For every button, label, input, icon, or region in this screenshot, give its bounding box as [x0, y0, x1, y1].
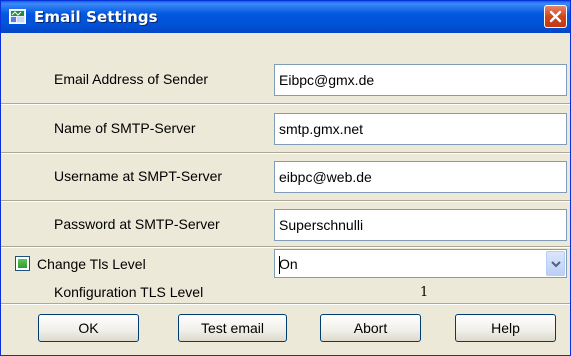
config-tls-label: Konfiguration TLS Level: [54, 284, 204, 300]
window-title: Email Settings: [34, 8, 158, 26]
title-bar[interactable]: Email Settings: [1, 1, 570, 33]
abort-button[interactable]: Abort: [320, 314, 421, 342]
ok-button[interactable]: OK: [38, 314, 139, 342]
change-tls-checkbox[interactable]: [15, 256, 30, 271]
smtp-server-label: Name of SMTP-Server: [54, 120, 196, 136]
config-tls-value: 1: [420, 285, 429, 300]
app-window-icon: [9, 9, 26, 24]
divider: [1, 201, 570, 202]
smtp-password-input[interactable]: Superschnulli: [274, 209, 567, 241]
tls-level-value: On: [279, 256, 298, 272]
dropdown-button[interactable]: [546, 251, 565, 276]
divider: [1, 304, 570, 305]
checkbox-check-mark: [18, 259, 27, 268]
divider: [1, 104, 570, 105]
smtp-username-input[interactable]: eibpc@web.de: [274, 161, 567, 193]
help-button[interactable]: Help: [455, 314, 556, 342]
sender-address-label: Email Address of Sender: [54, 71, 209, 87]
text-caret: [279, 256, 280, 274]
smtp-password-label: Password at SMTP-Server: [54, 216, 220, 232]
sender-address-input[interactable]: Eibpc@gmx.de: [274, 64, 567, 96]
smtp-server-input[interactable]: smtp.gmx.net: [274, 113, 567, 145]
test-email-button[interactable]: Test email: [178, 314, 287, 342]
divider: [1, 153, 570, 154]
email-settings-dialog: Email Settings Email Address of Sender E…: [0, 0, 571, 356]
change-tls-label: Change Tls Level: [37, 256, 146, 272]
smtp-username-label: Username at SMPT-Server: [54, 168, 223, 184]
divider: [1, 247, 570, 248]
tls-level-select[interactable]: On: [274, 249, 567, 278]
close-button[interactable]: [544, 5, 567, 28]
